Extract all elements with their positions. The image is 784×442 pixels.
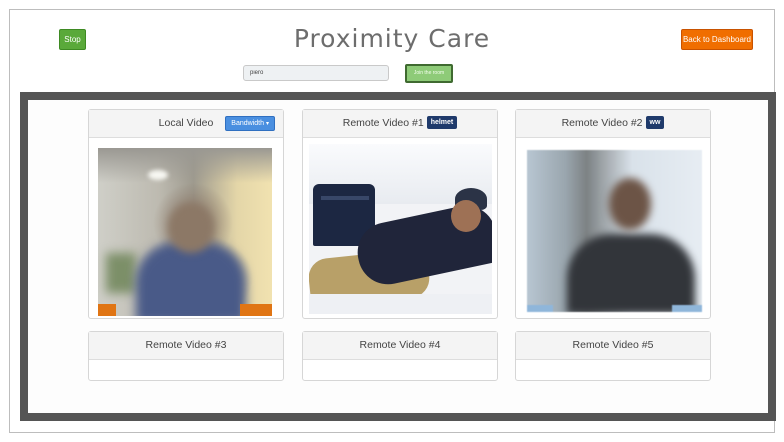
local-video-title: Local Video	[158, 117, 214, 129]
remote-video-1-badge: helmet	[426, 115, 458, 129]
remote-video-5-panel: Remote Video #5	[515, 331, 711, 381]
remote-video-4-panel: Remote Video #4	[302, 331, 498, 381]
remote-video-2-title: Remote Video #2	[561, 117, 643, 129]
back-to-dashboard-button[interactable]: Back to Dashboard	[681, 29, 753, 50]
local-video-stream	[98, 148, 272, 316]
remote-video-5-title: Remote Video #5	[572, 339, 654, 351]
caret-down-icon: ▾	[265, 121, 269, 127]
remote-video-2-badge: ww	[645, 115, 665, 129]
video-control-right[interactable]	[240, 304, 272, 316]
app-title: Proximity Care	[293, 24, 491, 53]
bandwidth-dropdown[interactable]: Bandwidth ▾	[225, 116, 275, 131]
remote-video-2-panel: Remote Video #2 ww	[515, 109, 711, 319]
remote-video-4-header: Remote Video #4	[303, 332, 497, 360]
remote-video-3-header: Remote Video #3	[89, 332, 283, 360]
remote-video-2-header: Remote Video #2 ww	[516, 110, 710, 138]
bandwidth-label: Bandwidth	[231, 120, 264, 127]
remote-video-1-header: Remote Video #1 helmet	[303, 110, 497, 138]
remote-video-1-title: Remote Video #1	[342, 117, 424, 129]
remote-video-3-title: Remote Video #3	[145, 339, 227, 351]
remote-video-1-stream	[309, 144, 492, 314]
local-video-panel: Local Video Bandwidth ▾	[88, 109, 284, 319]
remote-video-1-panel: Remote Video #1 helmet	[302, 109, 498, 319]
remote-video-2-stream	[527, 150, 702, 312]
remote-video-3-panel: Remote Video #3	[88, 331, 284, 381]
join-room-button[interactable]: Join the room	[405, 64, 453, 83]
remote-video-4-title: Remote Video #4	[359, 339, 441, 351]
video-stage: Local Video Bandwidth ▾ Remote Video #1 he…	[20, 92, 776, 421]
video-control-left[interactable]	[98, 304, 116, 316]
local-video-header: Local Video Bandwidth ▾	[89, 110, 283, 138]
room-name-input[interactable]	[243, 65, 389, 81]
remote-video-5-header: Remote Video #5	[516, 332, 710, 360]
